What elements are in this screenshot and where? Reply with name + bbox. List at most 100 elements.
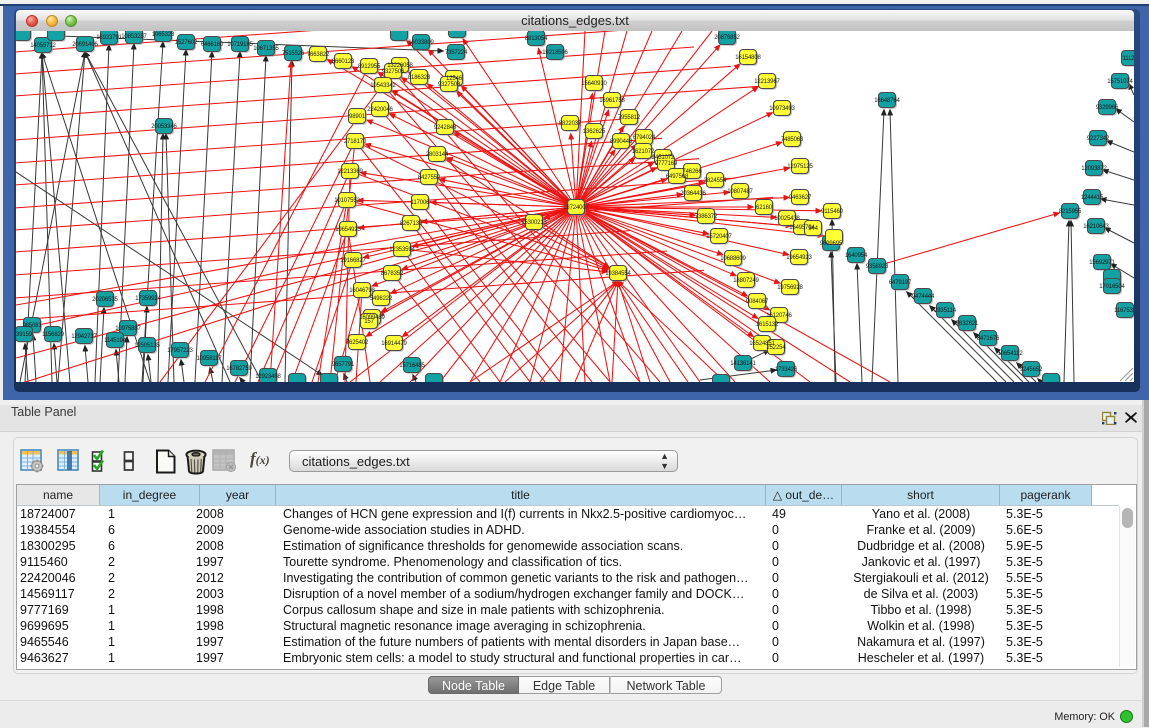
svg-text:1167533: 1167533 bbox=[1114, 308, 1134, 314]
svg-text:19384554: 19384554 bbox=[605, 271, 631, 277]
svg-text:10107552: 10107552 bbox=[334, 198, 360, 204]
svg-text:9777169: 9777169 bbox=[655, 161, 678, 167]
svg-text:14055712: 14055712 bbox=[30, 43, 56, 49]
svg-text:15300213: 15300213 bbox=[521, 220, 547, 226]
svg-text:7625402: 7625402 bbox=[346, 340, 369, 346]
svg-text:7386372: 7386372 bbox=[695, 214, 718, 220]
svg-text:19218506: 19218506 bbox=[542, 50, 568, 56]
svg-text:19654923: 19654923 bbox=[786, 255, 812, 261]
svg-text:11123: 11123 bbox=[1122, 56, 1134, 62]
svg-text:12213967: 12213967 bbox=[754, 79, 780, 85]
svg-text:2803144: 2803144 bbox=[426, 152, 449, 158]
svg-text:9657791: 9657791 bbox=[332, 362, 355, 368]
svg-text:1640954: 1640954 bbox=[845, 253, 868, 259]
svg-text:10654112: 10654112 bbox=[997, 351, 1023, 357]
svg-text:944: 944 bbox=[808, 226, 818, 232]
svg-text:16120746: 16120746 bbox=[766, 313, 792, 319]
svg-text:10719185: 10719185 bbox=[227, 42, 253, 48]
svg-text:12975125: 12975125 bbox=[787, 164, 813, 170]
svg-text:7632621: 7632621 bbox=[956, 321, 979, 327]
svg-text:9084067: 9084067 bbox=[746, 299, 769, 305]
svg-text:20053346: 20053346 bbox=[151, 124, 177, 130]
svg-text:8267130: 8267130 bbox=[400, 221, 423, 227]
svg-text:10975887: 10975887 bbox=[115, 326, 141, 332]
svg-text:9463627: 9463627 bbox=[789, 195, 812, 201]
svg-text:10543342: 10543342 bbox=[370, 83, 396, 89]
svg-text:1527602: 1527602 bbox=[175, 40, 198, 46]
svg-text:8471676: 8471676 bbox=[977, 336, 1000, 342]
svg-text:8660123: 8660123 bbox=[332, 59, 355, 65]
svg-text:7955812: 7955812 bbox=[618, 115, 641, 121]
svg-text:9242848: 9242848 bbox=[434, 125, 457, 131]
svg-text:746266: 746266 bbox=[682, 169, 702, 175]
svg-text:6794024: 6794024 bbox=[633, 135, 656, 141]
svg-text:16933791: 16933791 bbox=[96, 35, 122, 41]
svg-text:19166827: 19166827 bbox=[340, 258, 366, 264]
svg-text:16782759: 16782759 bbox=[226, 366, 252, 372]
svg-text:10807487: 10807487 bbox=[727, 189, 753, 195]
svg-text:22420046: 22420046 bbox=[367, 107, 393, 113]
svg-text:8186328: 8186328 bbox=[408, 75, 431, 81]
svg-text:9327508: 9327508 bbox=[438, 82, 461, 88]
svg-text:12093872: 12093872 bbox=[1081, 166, 1107, 172]
svg-text:15640910: 15640910 bbox=[581, 81, 607, 87]
svg-text:8912955: 8912955 bbox=[358, 64, 381, 70]
svg-text:12505135: 12505135 bbox=[134, 343, 160, 349]
svg-text:98901: 98901 bbox=[349, 114, 366, 120]
svg-text:16046798: 16046798 bbox=[349, 288, 375, 294]
svg-text:18724007: 18724007 bbox=[563, 205, 589, 211]
svg-text:9329966: 9329966 bbox=[1096, 105, 1119, 111]
svg-text:1156829: 1156829 bbox=[42, 332, 65, 338]
svg-text:12213369: 12213369 bbox=[337, 169, 363, 175]
svg-text:62160: 62160 bbox=[756, 205, 773, 211]
svg-text:20691406: 20691406 bbox=[72, 42, 98, 48]
svg-text:16210643: 16210643 bbox=[1083, 224, 1109, 230]
svg-text:39159: 39159 bbox=[16, 332, 33, 338]
svg-text:9327506: 9327506 bbox=[382, 69, 405, 75]
svg-text:15716485: 15716485 bbox=[399, 363, 425, 369]
svg-text:9227342: 9227342 bbox=[1087, 136, 1110, 142]
svg-text:17016504: 17016504 bbox=[1099, 284, 1125, 290]
svg-text:20364436: 20364436 bbox=[680, 191, 706, 197]
svg-text:15692971: 15692971 bbox=[1089, 260, 1115, 266]
svg-text:15720407: 15720407 bbox=[706, 234, 732, 240]
svg-text:1733426: 1733426 bbox=[775, 367, 798, 373]
svg-text:8427552: 8427552 bbox=[418, 175, 441, 181]
svg-text:12942737: 12942737 bbox=[71, 334, 97, 340]
svg-text:17957223: 17957223 bbox=[167, 348, 193, 354]
svg-text:16033809: 16033809 bbox=[408, 40, 434, 46]
svg-text:2718170: 2718170 bbox=[344, 139, 367, 145]
svg-text:5498222: 5498222 bbox=[370, 296, 393, 302]
svg-text:9699695: 9699695 bbox=[820, 241, 843, 247]
svg-text:7515526: 7515526 bbox=[282, 51, 305, 57]
svg-text:1145194: 1145194 bbox=[104, 338, 127, 344]
svg-text:16154808: 16154808 bbox=[735, 55, 761, 61]
svg-text:8813054: 8813054 bbox=[525, 36, 548, 42]
svg-text:9115460: 9115460 bbox=[821, 209, 844, 215]
svg-text:14136141: 14136141 bbox=[730, 361, 756, 367]
svg-text:8822037: 8822037 bbox=[559, 121, 582, 127]
svg-text:8990448: 8990448 bbox=[610, 139, 633, 145]
svg-text:10973493: 10973493 bbox=[769, 106, 795, 112]
svg-text:9474444: 9474444 bbox=[912, 294, 935, 300]
svg-text:12353594: 12353594 bbox=[389, 247, 415, 253]
svg-text:10853287: 10853287 bbox=[121, 34, 147, 40]
svg-text:16648764: 16648764 bbox=[874, 98, 900, 104]
svg-text:6479197: 6479197 bbox=[889, 280, 912, 286]
svg-text:117006: 117006 bbox=[411, 200, 430, 206]
svg-text:7357224: 7357224 bbox=[445, 50, 468, 56]
svg-text:9245652: 9245652 bbox=[1020, 367, 1043, 373]
svg-text:20876852: 20876852 bbox=[714, 35, 740, 41]
svg-text:2935114: 2935114 bbox=[934, 308, 957, 314]
svg-text:1615132: 1615132 bbox=[756, 322, 779, 328]
svg-text:6466160: 6466160 bbox=[201, 42, 224, 48]
svg-text:7663822: 7663822 bbox=[307, 52, 330, 58]
svg-text:1244415: 1244415 bbox=[1081, 195, 1104, 201]
svg-text:10958117: 10958117 bbox=[196, 356, 222, 362]
svg-text:3824554: 3824554 bbox=[704, 178, 727, 184]
svg-text:10688609: 10688609 bbox=[720, 256, 746, 262]
svg-text:252254: 252254 bbox=[766, 345, 786, 351]
svg-text:1362625: 1362625 bbox=[583, 129, 606, 135]
svg-text:9358923: 9358923 bbox=[866, 264, 889, 270]
svg-text:12923488: 12923488 bbox=[255, 374, 281, 380]
